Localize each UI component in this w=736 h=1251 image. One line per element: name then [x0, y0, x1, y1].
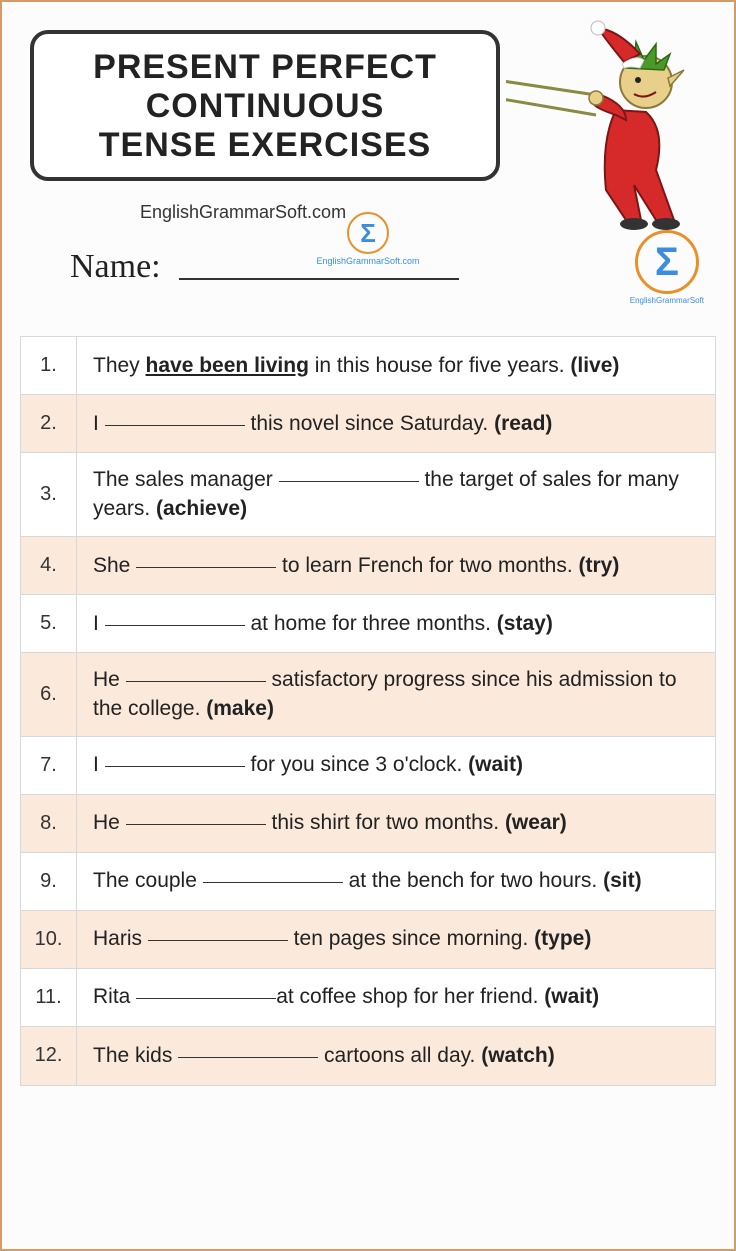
sentence-pre: I	[93, 412, 105, 435]
footer-logo-text: EnglishGrammarSoft.com	[191, 256, 545, 266]
sentence-pre: The couple	[93, 869, 203, 892]
sentence-pre: Rita	[93, 985, 136, 1008]
title-line-3: TENSE EXERCISES	[99, 126, 431, 164]
elf-character-icon	[506, 20, 716, 240]
exercise-number: 6.	[21, 653, 77, 736]
exercise-number: 8.	[21, 795, 77, 852]
exercise-number: 3.	[21, 453, 77, 536]
exercise-number: 9.	[21, 853, 77, 910]
sentence-pre: The kids	[93, 1044, 178, 1067]
exercise-number: 5.	[21, 595, 77, 652]
footer-brand-logo: Σ EnglishGrammarSoft.com	[191, 212, 545, 1241]
exercise-number: 1.	[21, 337, 77, 394]
sentence-pre: He	[93, 811, 126, 834]
worksheet-page: PRESENT PERFECT CONTINUOUS TENSE EXERCIS…	[0, 0, 736, 1251]
worksheet-title: PRESENT PERFECT CONTINUOUS TENSE EXERCIS…	[44, 48, 486, 165]
exercise-number: 10.	[21, 911, 77, 968]
exercise-number: 11.	[21, 969, 77, 1026]
exercise-number: 4.	[21, 537, 77, 594]
verb-hint: (live)	[570, 354, 619, 377]
verb-hint: (sit)	[603, 869, 642, 892]
exercise-number: 12.	[21, 1027, 77, 1085]
title-line-2: CONTINUOUS	[146, 87, 385, 125]
logo-circle-icon: Σ	[635, 230, 699, 294]
name-label: Name:	[70, 248, 161, 286]
title-line-1: PRESENT PERFECT	[93, 48, 437, 86]
brand-logo: Σ EnglishGrammarSoft	[630, 230, 704, 305]
verb-hint: (try)	[579, 554, 620, 577]
exercise-number: 7.	[21, 737, 77, 794]
sentence-pre: Haris	[93, 927, 148, 950]
verb-hint: (wait)	[544, 985, 599, 1008]
sentence-pre: He	[93, 668, 126, 691]
title-box: PRESENT PERFECT CONTINUOUS TENSE EXERCIS…	[30, 30, 500, 181]
sentence-pre: They	[93, 354, 146, 377]
sentence-pre: I	[93, 612, 105, 635]
logo-circle-icon: Σ	[347, 212, 389, 254]
sigma-icon: Σ	[655, 242, 679, 282]
logo-text: EnglishGrammarSoft	[630, 296, 704, 305]
sentence-pre: I	[93, 753, 105, 776]
exercise-number: 2.	[21, 395, 77, 452]
sigma-icon: Σ	[360, 220, 376, 246]
sentence-pre: She	[93, 554, 136, 577]
